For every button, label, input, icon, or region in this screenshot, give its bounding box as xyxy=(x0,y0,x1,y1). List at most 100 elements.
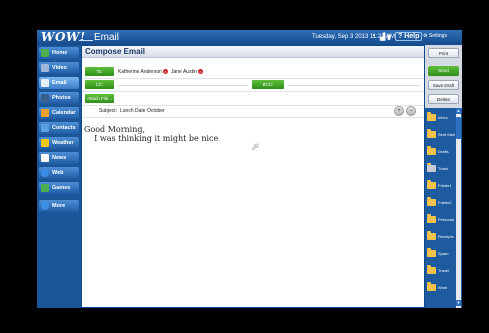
folder-scrollbar[interactable]: ▲ ▼ xyxy=(456,108,461,308)
body-line: I was thinking it might be nice xyxy=(84,134,219,143)
folder-label: Trash xyxy=(438,166,449,171)
nav-item-web[interactable]: Web xyxy=(39,167,79,179)
remove-recipient-icon[interactable]: × xyxy=(162,69,168,75)
recipient-name: Katherine Anderson xyxy=(118,69,162,75)
nav-item-label: More xyxy=(52,203,66,209)
nav-item-label: Home xyxy=(52,50,68,56)
folder-sent-mail[interactable]: Sent Mail xyxy=(427,129,455,142)
contacts-icon xyxy=(41,124,49,132)
subject-label: Subject: xyxy=(99,108,118,114)
nav-item-games[interactable]: Games xyxy=(39,182,79,194)
trash-icon xyxy=(427,163,436,172)
scroll-down-icon[interactable]: ▼ xyxy=(456,300,461,306)
nav-item-calendar[interactable]: Calendar xyxy=(39,107,79,119)
folder-icon xyxy=(427,265,436,274)
bcc-input[interactable] xyxy=(288,85,420,86)
scroll-up-icon[interactable]: ▲ xyxy=(456,108,461,114)
body-line: Good Morning, xyxy=(84,125,146,134)
scroll-thumb[interactable] xyxy=(456,117,461,139)
folder-label: Travel xyxy=(438,268,449,273)
folder-folder2[interactable]: Folder2 xyxy=(427,197,453,210)
email-icon xyxy=(41,79,49,87)
message-body[interactable]: Good Morning, I was thinking it might be… xyxy=(84,125,218,143)
subject-row: Subject: Lunch Date October + − xyxy=(82,105,424,118)
app-title: Email xyxy=(94,32,120,43)
folder-personal[interactable]: Personal xyxy=(427,214,454,227)
home-icon xyxy=(41,49,49,57)
nav-item-email[interactable]: Email xyxy=(39,77,79,89)
recipient-name: Jane Austin xyxy=(171,69,197,75)
nav-item-video-chat[interactable]: Video Chat xyxy=(39,62,79,83)
recipient-chip[interactable]: Jane Austin × xyxy=(171,69,203,75)
action-panel: Print Send Save Draft Delete Inbox Sent … xyxy=(425,45,462,308)
photos-icon xyxy=(41,94,49,102)
folder-list: Inbox Sent Mail Drafts Trash Folder1 Fol… xyxy=(425,108,462,308)
compose-panel: Compose Email To: Katherine Anderson × Ja… xyxy=(82,46,424,307)
attach-file-button[interactable]: Attach File... xyxy=(85,94,114,103)
weather-icon xyxy=(41,139,49,147)
signal-icon: ▟ xyxy=(380,34,386,41)
nav-item-home[interactable]: Home xyxy=(39,47,79,59)
nav-item-news[interactable]: News xyxy=(39,152,79,164)
web-icon xyxy=(41,169,49,177)
folder-label: Receipts xyxy=(438,234,454,239)
zoom-in-icon[interactable]: + xyxy=(394,106,404,116)
remove-recipient-icon[interactable]: × xyxy=(197,69,203,75)
cc-bcc-row: CC: BCC: xyxy=(82,79,424,92)
battery-icon: ▮ xyxy=(387,34,391,41)
to-row: To: Katherine Anderson × Jane Austin × xyxy=(82,66,424,79)
folder-icon xyxy=(427,129,436,138)
settings-button[interactable]: ⚙ Settings xyxy=(423,33,447,39)
mouse-cursor-icon: ➚ xyxy=(251,142,260,153)
folder-icon xyxy=(427,214,436,223)
delete-button[interactable]: Delete xyxy=(428,94,459,104)
nav-item-weather[interactable]: Weather xyxy=(39,137,79,149)
folder-folder1[interactable]: Folder1 xyxy=(427,180,453,193)
video-chat-icon xyxy=(41,64,49,72)
nav-item-contacts[interactable]: Contacts xyxy=(39,122,79,134)
nav-item-label: Email xyxy=(52,80,67,86)
folder-work[interactable]: Work xyxy=(427,282,453,295)
recipient-chip[interactable]: Katherine Anderson × xyxy=(118,69,168,75)
subject-input[interactable]: Lunch Date October xyxy=(120,108,165,114)
folder-label: Work xyxy=(438,285,448,290)
folder-icon xyxy=(427,248,436,257)
send-button[interactable]: Send xyxy=(428,66,459,76)
to-button[interactable]: To: xyxy=(85,67,114,76)
folder-icon xyxy=(427,282,436,291)
nav-item-label: Web xyxy=(52,170,64,176)
calendar-icon xyxy=(41,109,49,117)
folder-label: Inbox xyxy=(438,115,448,120)
bcc-button[interactable]: BCC: xyxy=(252,80,284,89)
help-button[interactable]: ? Help xyxy=(395,32,423,41)
folder-label: Sent Mail xyxy=(438,132,455,137)
zoom-out-icon[interactable]: − xyxy=(406,106,416,116)
nav-item-label: Weather xyxy=(52,140,74,146)
nav-item-photos[interactable]: Photos xyxy=(39,92,79,104)
folder-label: Folder1 xyxy=(438,183,452,188)
app-logo: WOW! xyxy=(41,30,86,44)
more-icon xyxy=(41,202,49,210)
wifi-icon: ◔ xyxy=(371,33,376,40)
news-icon xyxy=(41,154,49,162)
cc-input[interactable] xyxy=(118,85,248,86)
logo-underline xyxy=(79,40,93,41)
folder-trash[interactable]: Trash xyxy=(427,163,453,176)
save-draft-button[interactable]: Save Draft xyxy=(428,80,459,90)
nav-item-label: Calendar xyxy=(52,110,76,116)
folder-inbox[interactable]: Inbox xyxy=(427,112,453,125)
folder-label: Spam xyxy=(438,251,449,256)
compose-title: Compose Email xyxy=(82,46,424,58)
folder-travel[interactable]: Travel xyxy=(427,265,453,278)
nav-item-label: News xyxy=(52,155,67,161)
nav-item-label: Contacts xyxy=(52,125,76,131)
folder-icon xyxy=(427,197,436,206)
cc-button[interactable]: CC: xyxy=(85,80,114,89)
folder-icon xyxy=(427,112,436,121)
folder-spam[interactable]: Spam xyxy=(427,248,453,261)
print-button[interactable]: Print xyxy=(428,48,459,58)
top-bar: WOW! Email Tuesday, Sep 3 2013 11:21 AM … xyxy=(37,30,462,45)
folder-drafts[interactable]: Drafts xyxy=(427,146,453,159)
folder-receipts[interactable]: Receipts xyxy=(427,231,454,244)
nav-item-more[interactable]: More xyxy=(39,200,79,212)
